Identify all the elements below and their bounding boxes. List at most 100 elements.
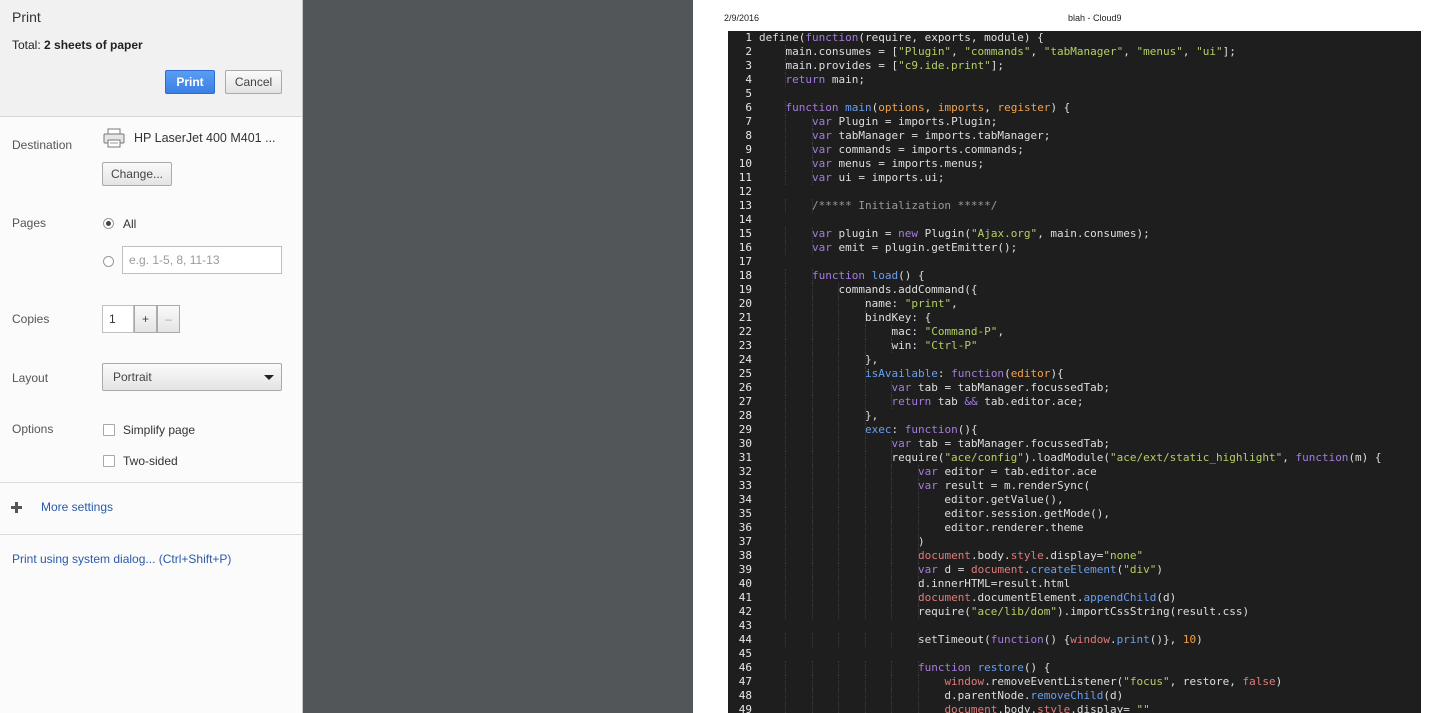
- code-token: .display=: [1043, 549, 1104, 562]
- code-token: "menus": [1136, 45, 1183, 58]
- line-number: 37: [738, 535, 752, 548]
- code-token: (m) {: [1348, 451, 1382, 464]
- indent-guide: [811, 605, 813, 619]
- layout-select[interactable]: Portrait: [102, 363, 282, 391]
- code-token: "Plugin": [898, 45, 952, 58]
- code-token: document: [917, 591, 971, 604]
- code-line: 27 return tab && tab.editor.ace;: [728, 395, 1421, 409]
- code-line: 46 function restore() {: [728, 661, 1421, 675]
- layout-value: Portrait: [113, 370, 152, 384]
- copies-increment-button[interactable]: +: [134, 305, 157, 333]
- code-token: menus = imports.menus;: [831, 157, 985, 170]
- line-number: 5: [745, 87, 752, 100]
- line-number: 33: [738, 479, 752, 492]
- indent-guide: [838, 283, 840, 297]
- code-token: function: [990, 633, 1044, 646]
- code-line: 28 },: [728, 409, 1421, 423]
- code-token: "ui": [1196, 45, 1223, 58]
- change-destination-button[interactable]: Change...: [102, 162, 172, 186]
- more-settings-link[interactable]: More settings: [41, 500, 113, 514]
- two-sided-label: Two-sided: [123, 454, 178, 468]
- code-token: function: [785, 101, 839, 114]
- indent-guide: [838, 577, 840, 591]
- indent-guide: [891, 591, 893, 605]
- copies-decrement-button[interactable]: –: [157, 305, 180, 333]
- code-token: ,: [984, 101, 998, 114]
- indent-guide: [785, 479, 787, 493]
- indent-guide: [811, 395, 813, 409]
- cancel-button[interactable]: Cancel: [225, 70, 282, 94]
- code-token: define(: [759, 31, 806, 44]
- indent-guide: [785, 157, 787, 171]
- indent-guide: [785, 227, 787, 241]
- code-line: 12: [728, 185, 1421, 199]
- plus-icon[interactable]: [11, 502, 22, 513]
- indent-guide: [811, 409, 813, 423]
- code-line: 39 var d = document.createElement("div"): [728, 563, 1421, 577]
- indent-guide: [785, 353, 787, 367]
- code-line: 19 commands.addCommand({: [728, 283, 1421, 297]
- options-label: Options: [12, 422, 54, 436]
- indent-guide: [785, 507, 787, 521]
- code-token: var: [811, 115, 832, 128]
- line-number: 38: [738, 549, 752, 562]
- system-dialog-link[interactable]: Print using system dialog... (Ctrl+Shift…: [12, 552, 231, 566]
- code-token: ,: [1030, 45, 1044, 58]
- indent-guide: [785, 283, 787, 297]
- indent-guide: [864, 549, 866, 563]
- indent-guide: [864, 367, 866, 381]
- code-token: var: [917, 563, 938, 576]
- pages-all-radio[interactable]: [103, 218, 114, 229]
- code-token: .removeEventListener(: [984, 675, 1124, 688]
- code-line: 47 window.removeEventListener("focus", r…: [728, 675, 1421, 689]
- destination-label: Destination: [12, 138, 73, 152]
- indent-guide: [891, 605, 893, 619]
- code-token: document: [944, 703, 998, 713]
- code-token: "Command-P": [924, 325, 998, 338]
- indent-guide: [864, 605, 866, 619]
- code-token: false: [1242, 675, 1276, 688]
- code-token: .body.: [970, 549, 1011, 562]
- code-token: var: [891, 381, 912, 394]
- indent-guide: [864, 353, 866, 367]
- indent-guide: [785, 381, 787, 395]
- print-button[interactable]: Print: [165, 70, 215, 94]
- simplify-page-checkbox[interactable]: [103, 424, 115, 436]
- indent-guide: [864, 339, 866, 353]
- code-token: removeChild: [1030, 689, 1104, 702]
- code-token: main: [845, 101, 872, 114]
- indent-guide: [864, 325, 866, 339]
- pages-range-input[interactable]: e.g. 1-5, 8, 11-13: [122, 246, 282, 274]
- indent-guide: [917, 465, 919, 479]
- indent-guide: [838, 507, 840, 521]
- pages-custom-radio[interactable]: [103, 256, 114, 267]
- indent-guide: [864, 437, 866, 451]
- indent-guide: [864, 661, 866, 675]
- indent-guide: [864, 633, 866, 647]
- code-line: 34 editor.getValue(),: [728, 493, 1421, 507]
- indent-guide: [811, 577, 813, 591]
- indent-guide: [864, 563, 866, 577]
- code-line: 16 var emit = plugin.getEmitter();: [728, 241, 1421, 255]
- code-token: "ace/config": [944, 451, 1024, 464]
- line-number: 48: [738, 689, 752, 702]
- two-sided-checkbox[interactable]: [103, 455, 115, 467]
- copies-input[interactable]: 1: [102, 305, 134, 333]
- code-line: 6 function main(options, imports, regist…: [728, 101, 1421, 115]
- indent-guide: [785, 59, 787, 73]
- code-token: ): [759, 535, 925, 548]
- line-number: 16: [738, 241, 752, 254]
- code-line: 45: [728, 647, 1421, 661]
- indent-guide: [917, 549, 919, 563]
- line-number: 27: [738, 395, 752, 408]
- code-line: 17: [728, 255, 1421, 269]
- indent-guide: [811, 241, 813, 255]
- code-token: ,: [1282, 451, 1296, 464]
- code-line: 33 var result = m.renderSync(: [728, 479, 1421, 493]
- line-number: 32: [738, 465, 752, 478]
- indent-guide: [891, 675, 893, 689]
- indent-guide: [891, 479, 893, 493]
- line-number: 41: [738, 591, 752, 604]
